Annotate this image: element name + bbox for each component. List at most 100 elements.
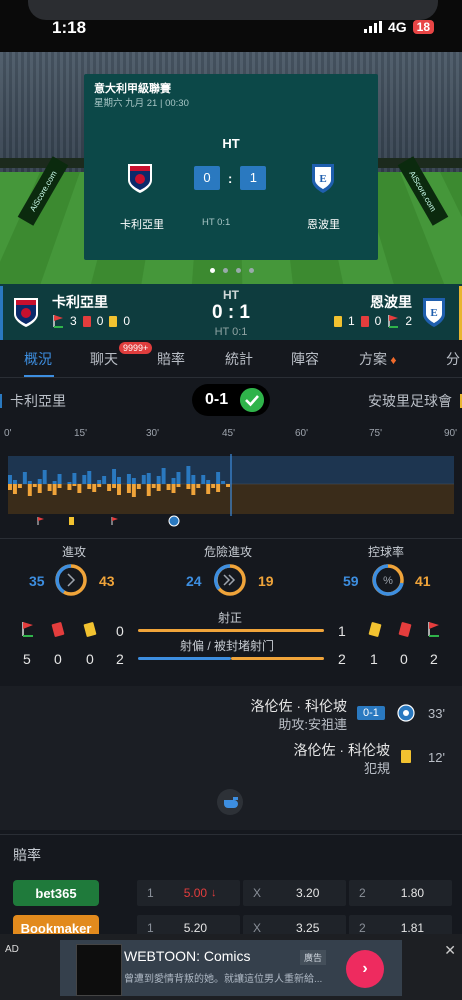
away-corners: 2 — [405, 314, 412, 328]
away-crest-icon[interactable]: E — [420, 296, 448, 328]
attack-away: 43 — [99, 573, 115, 589]
tab-lineups[interactable]: 陣容 — [291, 349, 319, 369]
home-red-total: 0 — [54, 651, 62, 667]
home-momentum-bar — [131, 478, 136, 484]
tick-label: 0' — [4, 428, 12, 439]
attack-label: 進攻 — [62, 545, 87, 559]
tab-more[interactable]: 分 — [446, 349, 460, 369]
on-target-bar — [138, 629, 324, 632]
odds-away-value: 1.81 — [400, 921, 425, 935]
away-momentum-bar — [57, 484, 62, 488]
home-full-name[interactable]: 卡利亞里 — [0, 391, 66, 411]
on-target-away: 1 — [338, 623, 346, 639]
odds-home[interactable]: 1 5.00 ↓ — [137, 880, 240, 906]
home-momentum-bar — [156, 476, 161, 484]
away-momentum-bar — [67, 484, 72, 490]
home-momentum-bar — [87, 471, 92, 484]
away-momentum-bar — [146, 484, 151, 496]
status-bar: 1:18 4G 18 — [0, 0, 462, 52]
tick-label: 75' — [369, 428, 383, 439]
page-dot[interactable] — [236, 268, 241, 273]
event-list: 洛伦佐 · 科伦坡 助攻:安祖連 0-1 33' 洛伦佐 · 科伦坡 犯規 12… — [0, 686, 462, 830]
bookmaker-bet365[interactable]: bet365 — [13, 880, 99, 906]
off-target-away: 2 — [338, 651, 346, 667]
home-crest-icon — [128, 164, 152, 193]
tab-odds[interactable]: 賠率 — [157, 349, 185, 369]
odds-away-label: 2 — [359, 921, 366, 935]
match-date: 星期六 九月 21 | 00:30 — [94, 98, 189, 109]
match-banner[interactable]: AiScore.com AiScore.com 意大利甲級聯賽 星期六 九月 2… — [0, 52, 462, 284]
home-momentum-bar — [141, 475, 146, 484]
away-momentum-bar — [196, 484, 201, 488]
ad-banner[interactable]: AD ✕ WEBTOON: Comics 廣告 曾遭到愛情背叛的她。就讓這位男人… — [0, 934, 462, 1000]
away-momentum-bar — [12, 484, 17, 494]
off-target-label: 射偏 / 被封堵射门 — [180, 639, 275, 653]
away-momentum-bar — [156, 484, 161, 491]
goal-ball-icon — [168, 515, 180, 527]
close-icon[interactable]: ✕ — [444, 942, 456, 959]
odds-home-label: 1 — [147, 886, 154, 900]
home-team-name: 卡利亞里 — [120, 219, 164, 231]
odds-away-label: 2 — [359, 886, 366, 900]
home-momentum-bar — [221, 481, 226, 484]
red-card-icon — [360, 315, 369, 327]
event-player[interactable]: 洛伦佐 · 科伦坡 — [251, 696, 347, 716]
dangerous-label: 危險進攻 — [204, 545, 253, 559]
tab-overview[interactable]: 概況 — [24, 349, 52, 369]
yellow-card-icon — [368, 621, 382, 638]
tab-tips[interactable]: 方案 ♦ — [359, 349, 396, 369]
home-momentum-bar — [191, 475, 196, 484]
whistle-icon[interactable] — [217, 789, 243, 815]
away-momentum-bar — [52, 484, 57, 495]
percent-icon: % — [383, 575, 393, 587]
double-chevron-icon — [223, 574, 236, 586]
active-tab-indicator — [24, 375, 54, 377]
odds-home-value: 5.20 — [183, 921, 208, 935]
match-timeline: 0' 15' 30' 45' 60' 75' 90' — [0, 424, 462, 534]
home-momentum-bar — [117, 477, 121, 484]
away-momentum-bar — [176, 484, 181, 487]
chevron-right-icon[interactable]: › — [346, 950, 384, 988]
score-header: 卡利亞里 3 0 0 HT 0 : 1 HT 0:1 恩波里 1 0 2 E — [0, 284, 462, 342]
chevron-right-icon — [67, 573, 76, 587]
page-dot[interactable] — [210, 268, 215, 273]
away-momentum-bar — [87, 484, 92, 489]
network-label: 4G — [387, 19, 407, 35]
away-team-name: 恩波里 — [307, 219, 340, 231]
home-momentum-bar — [22, 472, 27, 484]
ad-tag: 廣告 — [300, 950, 327, 965]
match-stats: 進攻 35 43 危險進攻 24 19 控球率 59 % 41 0 射正 1 5… — [0, 538, 462, 684]
away-momentum-bar — [47, 484, 52, 491]
page-dot[interactable] — [223, 268, 228, 273]
check-icon — [240, 388, 264, 412]
away-team-name[interactable]: 恩波里 — [370, 292, 412, 312]
score-colon: : — [228, 170, 233, 186]
event-score: 0-1 — [357, 706, 385, 720]
tab-stats[interactable]: 統計 — [225, 349, 253, 369]
tick-label: 30' — [146, 428, 160, 439]
away-red-total: 0 — [400, 651, 408, 667]
ad-card[interactable]: WEBTOON: Comics 廣告 曾遭到愛情背叛的她。就讓這位男人重新給..… — [60, 940, 402, 996]
event-player[interactable]: 洛伦佐 · 科伦坡 — [294, 740, 390, 760]
away-momentum-bar — [206, 484, 211, 494]
red-card-icon — [51, 621, 65, 638]
tab-chat[interactable]: 聊天 — [90, 349, 118, 369]
page-dot[interactable] — [249, 268, 254, 273]
clock: 1:18 — [52, 18, 87, 37]
home-momentum-bar — [186, 466, 191, 484]
odds-draw[interactable]: X 3.20 — [243, 880, 346, 906]
home-momentum-bar — [12, 480, 17, 484]
chat-badge: 9999+ — [119, 342, 153, 354]
corner-flag-icon — [22, 622, 33, 637]
tick-label: 15' — [74, 428, 88, 439]
banner-score: 0 : 1 — [194, 166, 267, 190]
away-full-name[interactable]: 安玻里足球會 — [368, 391, 462, 411]
dangerous-ring — [214, 564, 246, 596]
away-momentum-bar — [97, 484, 102, 487]
home-momentum-bar — [112, 469, 117, 484]
home-momentum-bar — [176, 472, 181, 484]
odds-away[interactable]: 2 1.80 — [349, 880, 452, 906]
on-target-home: 0 — [116, 623, 124, 639]
possession-ring: % — [372, 564, 404, 596]
away-momentum-bar — [166, 484, 171, 490]
